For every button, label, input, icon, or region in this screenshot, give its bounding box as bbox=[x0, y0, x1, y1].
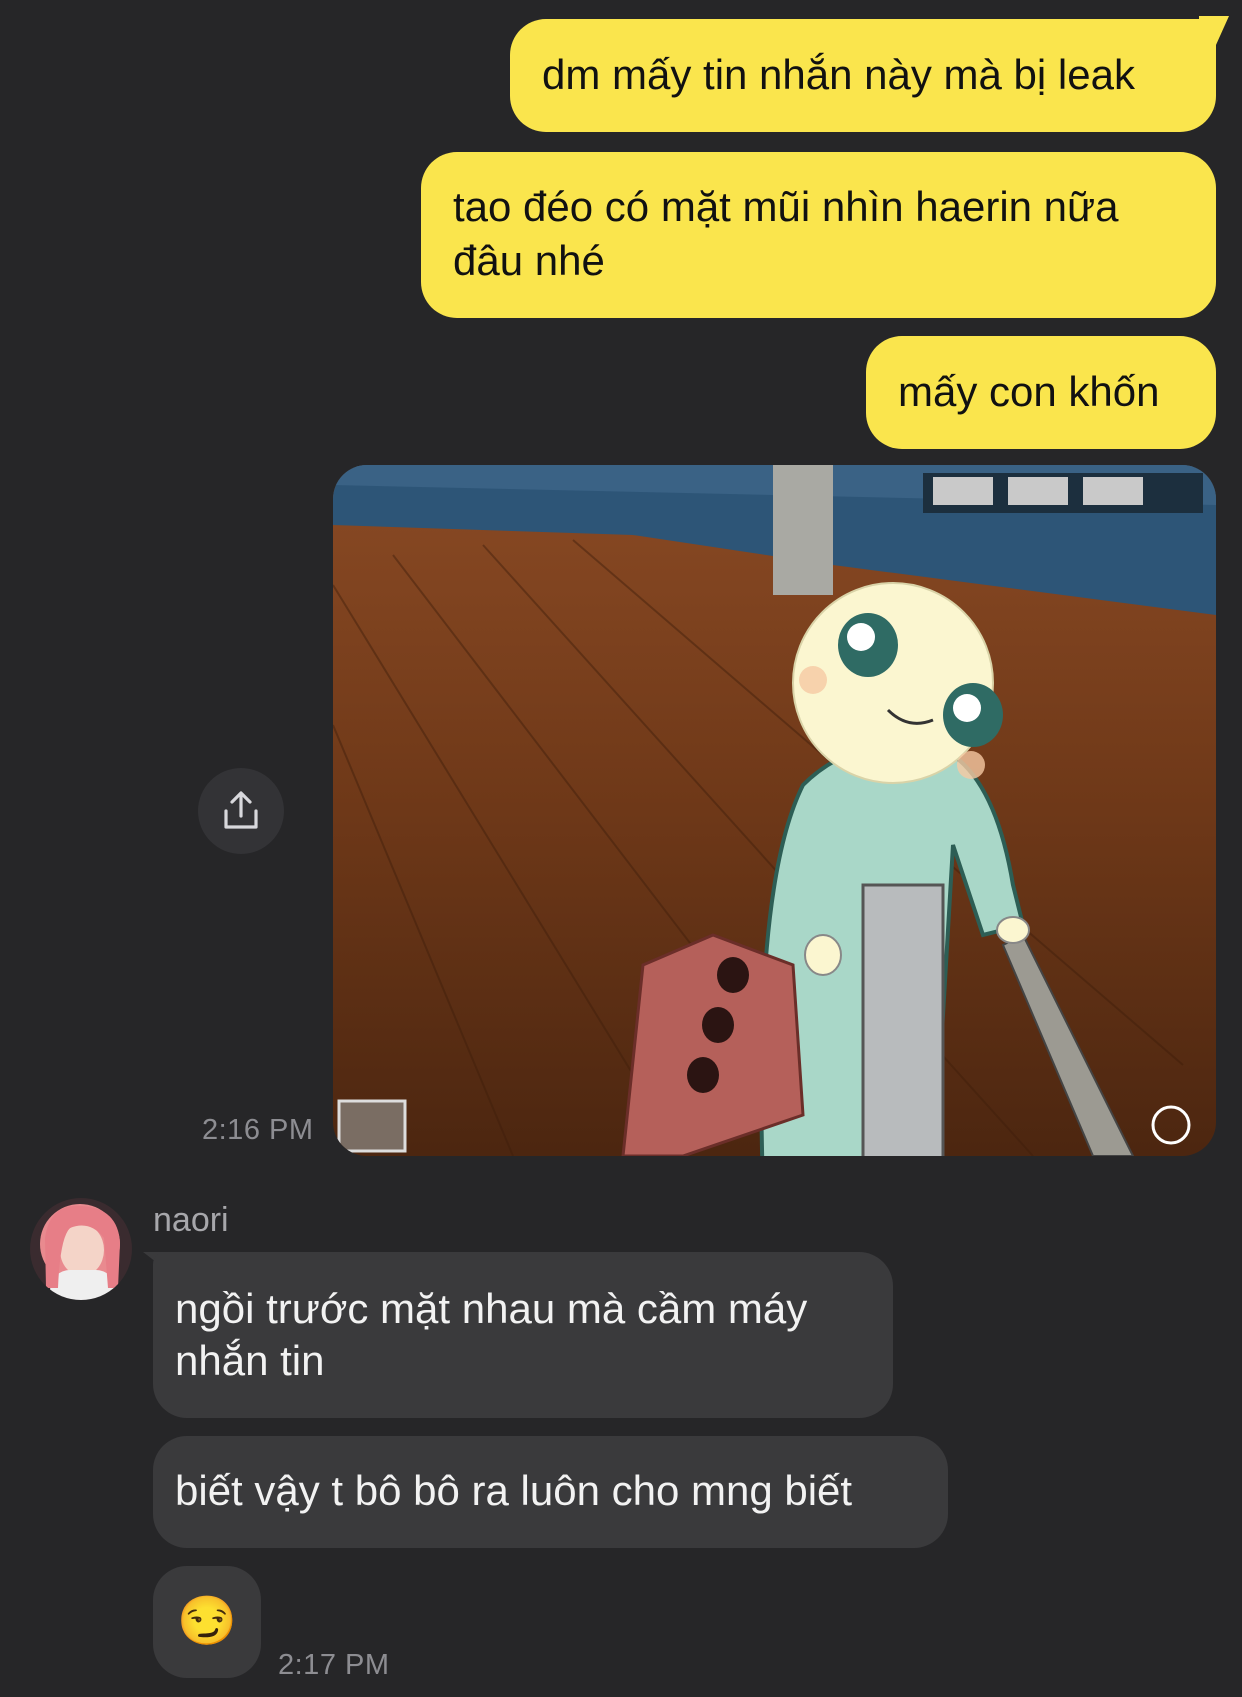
image-message[interactable] bbox=[333, 465, 1216, 1156]
message-timestamp: 2:17 PM bbox=[278, 1649, 390, 1681]
outgoing-message[interactable]: dm mấy tin nhắn này mà bị leak bbox=[510, 19, 1216, 132]
share-icon bbox=[224, 791, 258, 829]
smirk-emoji: 😏 bbox=[177, 1595, 237, 1648]
message-text: dm mấy tin nhắn này mà bị leak bbox=[542, 51, 1135, 98]
avatar[interactable] bbox=[30, 1198, 132, 1300]
chat-thread: dm mấy tin nhắn này mà bị leak tao đéo c… bbox=[0, 0, 1242, 1697]
avatar-image bbox=[30, 1198, 132, 1300]
share-button[interactable] bbox=[198, 768, 284, 854]
outgoing-message[interactable]: tao đéo có mặt mũi nhìn haerin nữa đâu n… bbox=[421, 152, 1216, 318]
message-text: biết vậy t bô bô ra luôn cho mng biết bbox=[175, 1467, 853, 1514]
sender-name: naori bbox=[153, 1201, 229, 1239]
incoming-emoji-message[interactable]: 😏 bbox=[153, 1566, 261, 1678]
incoming-message[interactable]: biết vậy t bô bô ra luôn cho mng biết bbox=[153, 1436, 948, 1548]
message-text: mấy con khốn bbox=[898, 368, 1160, 415]
meme-image bbox=[333, 465, 1216, 1156]
message-text: ngồi trước mặt nhau mà cầm máy nhắn tin bbox=[175, 1285, 808, 1384]
outgoing-message[interactable]: mấy con khốn bbox=[866, 336, 1216, 449]
incoming-message[interactable]: ngồi trước mặt nhau mà cầm máy nhắn tin bbox=[153, 1252, 893, 1418]
message-timestamp: 2:16 PM bbox=[202, 1114, 314, 1146]
bubble-tail bbox=[1199, 16, 1229, 46]
message-text: tao đéo có mặt mũi nhìn haerin nữa đâu n… bbox=[453, 183, 1119, 284]
